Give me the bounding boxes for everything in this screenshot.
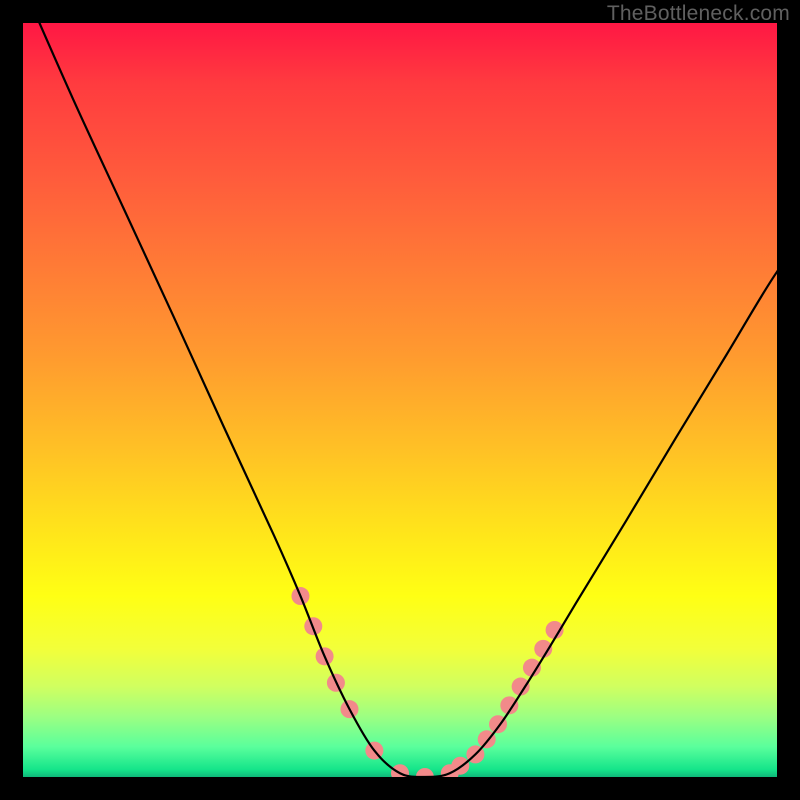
highlight-dot xyxy=(416,768,434,777)
chart-frame: TheBottleneck.com xyxy=(0,0,800,800)
bottleneck-curve xyxy=(23,23,777,777)
curve-svg xyxy=(23,23,777,777)
plot-area xyxy=(23,23,777,777)
highlight-markers xyxy=(291,587,563,777)
